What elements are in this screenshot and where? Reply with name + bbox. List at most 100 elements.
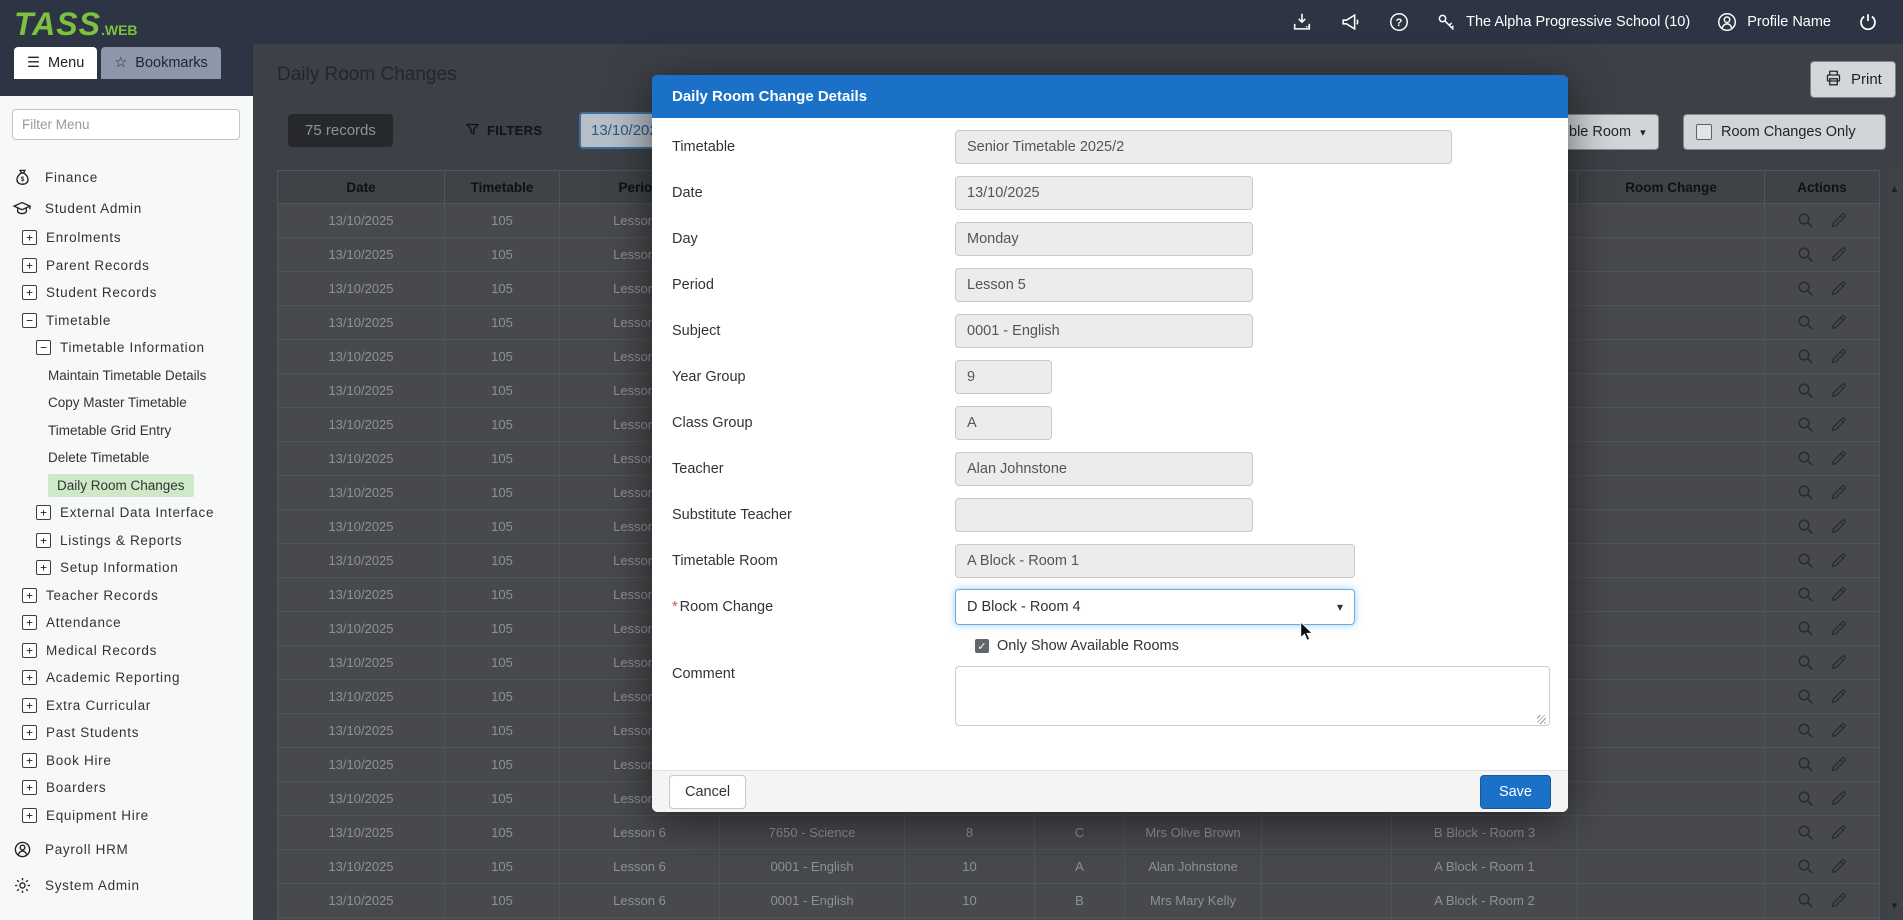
sidebar-item-extra-curricular[interactable]: +Extra Curricular — [0, 692, 253, 720]
sidebar-item-listings-reports[interactable]: +Listings & Reports — [0, 527, 253, 555]
edit-pencil-icon[interactable] — [1830, 450, 1847, 467]
edit-pencil-icon[interactable] — [1830, 620, 1847, 637]
sidebar-item-finance[interactable]: $Finance — [0, 162, 253, 193]
edit-pencil-icon[interactable] — [1830, 858, 1847, 875]
room-changes-only-checkbox[interactable]: Room Changes Only — [1683, 114, 1886, 150]
view-magnifier-icon[interactable] — [1797, 212, 1814, 229]
checkbox-unchecked-icon — [1696, 124, 1712, 140]
school-selector[interactable]: The Alpha Progressive School (10) — [1436, 12, 1690, 33]
edit-pencil-icon[interactable] — [1830, 246, 1847, 263]
sidebar: TASS.WEB ☰Menu ☆Bookmarks $FinanceStuden… — [0, 0, 253, 920]
sidebar-item-delete-timetable[interactable]: Delete Timetable — [0, 444, 253, 472]
sidebar-item-external-data-interface[interactable]: +External Data Interface — [0, 499, 253, 527]
sidebar-item-enrolments[interactable]: +Enrolments — [0, 224, 253, 252]
view-magnifier-icon[interactable] — [1797, 416, 1814, 433]
view-magnifier-icon[interactable] — [1797, 484, 1814, 501]
plus-icon: + — [22, 588, 37, 603]
sidebar-item-copy-master-timetable[interactable]: Copy Master Timetable — [0, 389, 253, 417]
save-button[interactable]: Save — [1480, 775, 1551, 809]
field-label-substitute-teacher: Substitute Teacher — [672, 507, 955, 523]
cancel-button[interactable]: Cancel — [669, 775, 746, 809]
sidebar-item-setup-information[interactable]: +Setup Information — [0, 554, 253, 582]
view-magnifier-icon[interactable] — [1797, 654, 1814, 671]
help-icon[interactable]: ? — [1388, 11, 1410, 33]
sidebar-item-teacher-records[interactable]: +Teacher Records — [0, 582, 253, 610]
timetable-room-dropdown[interactable]: ble Room ▾ — [1556, 114, 1659, 150]
sidebar-item-parent-records[interactable]: +Parent Records — [0, 252, 253, 280]
profile-menu[interactable]: Profile Name — [1716, 11, 1831, 33]
sidebar-item-equipment-hire[interactable]: +Equipment Hire — [0, 802, 253, 830]
view-magnifier-icon[interactable] — [1797, 722, 1814, 739]
edit-pencil-icon[interactable] — [1830, 518, 1847, 535]
edit-pencil-icon[interactable] — [1830, 688, 1847, 705]
view-magnifier-icon[interactable] — [1797, 552, 1814, 569]
download-icon[interactable] — [1291, 11, 1313, 33]
plus-icon: + — [22, 643, 37, 658]
sidebar-item-boarders[interactable]: +Boarders — [0, 774, 253, 802]
edit-pencil-icon[interactable] — [1830, 790, 1847, 807]
view-magnifier-icon[interactable] — [1797, 858, 1814, 875]
sidebar-item-student-records[interactable]: +Student Records — [0, 279, 253, 307]
sidebar-item-academic-reporting[interactable]: +Academic Reporting — [0, 664, 253, 692]
field-label-timetable: Timetable — [672, 139, 955, 155]
view-magnifier-icon[interactable] — [1797, 790, 1814, 807]
view-magnifier-icon[interactable] — [1797, 756, 1814, 773]
view-magnifier-icon[interactable] — [1797, 688, 1814, 705]
edit-pencil-icon[interactable] — [1830, 654, 1847, 671]
view-magnifier-icon[interactable] — [1797, 348, 1814, 365]
edit-pencil-icon[interactable] — [1830, 348, 1847, 365]
view-magnifier-icon[interactable] — [1797, 892, 1814, 909]
view-magnifier-icon[interactable] — [1797, 620, 1814, 637]
star-icon: ☆ — [114, 55, 127, 71]
checkbox-checked-icon[interactable]: ✓ — [975, 639, 989, 653]
view-magnifier-icon[interactable] — [1797, 382, 1814, 399]
view-magnifier-icon[interactable] — [1797, 586, 1814, 603]
edit-pencil-icon[interactable] — [1830, 382, 1847, 399]
sidebar-item-timetable-information[interactable]: −Timetable Information — [0, 334, 253, 362]
view-magnifier-icon[interactable] — [1797, 824, 1814, 841]
scroll-up-icon[interactable]: ▲ — [1890, 184, 1900, 195]
minus-icon: − — [22, 313, 37, 328]
sidebar-item-book-hire[interactable]: +Book Hire — [0, 747, 253, 775]
edit-pencil-icon[interactable] — [1830, 484, 1847, 501]
edit-pencil-icon[interactable] — [1830, 552, 1847, 569]
view-magnifier-icon[interactable] — [1797, 314, 1814, 331]
edit-pencil-icon[interactable] — [1830, 280, 1847, 297]
filter-menu-input[interactable] — [12, 109, 240, 140]
edit-pencil-icon[interactable] — [1830, 212, 1847, 229]
column-header-actions: Actions — [1765, 171, 1880, 203]
vertical-scrollbar[interactable]: ▲ ▼ — [1886, 170, 1903, 920]
edit-pencil-icon[interactable] — [1830, 722, 1847, 739]
tab-menu[interactable]: ☰Menu — [14, 47, 97, 79]
field-row-period: PeriodLesson 5 — [672, 268, 1548, 302]
minus-icon: − — [36, 340, 51, 355]
sidebar-item-payroll-hrm[interactable]: Payroll HRM — [0, 834, 253, 865]
tab-bookmarks[interactable]: ☆Bookmarks — [101, 47, 221, 79]
sidebar-item-student-admin[interactable]: Student Admin — [0, 193, 253, 224]
print-button[interactable]: Print — [1810, 61, 1896, 98]
logout-power-icon[interactable] — [1857, 11, 1879, 33]
view-magnifier-icon[interactable] — [1797, 518, 1814, 535]
view-magnifier-icon[interactable] — [1797, 246, 1814, 263]
edit-pencil-icon[interactable] — [1830, 416, 1847, 433]
edit-pencil-icon[interactable] — [1830, 824, 1847, 841]
sidebar-item-medical-records[interactable]: +Medical Records — [0, 637, 253, 665]
view-magnifier-icon[interactable] — [1797, 450, 1814, 467]
edit-pencil-icon[interactable] — [1830, 756, 1847, 773]
sidebar-item-timetable-grid-entry[interactable]: Timetable Grid Entry — [0, 417, 253, 445]
sidebar-item-attendance[interactable]: +Attendance — [0, 609, 253, 637]
sidebar-item-maintain-timetable-details[interactable]: Maintain Timetable Details — [0, 362, 253, 390]
announcements-icon[interactable] — [1339, 11, 1362, 33]
view-magnifier-icon[interactable] — [1797, 280, 1814, 297]
sidebar-item-daily-room-changes[interactable]: Daily Room Changes — [0, 472, 253, 500]
sidebar-item-timetable[interactable]: −Timetable — [0, 307, 253, 335]
field-row-timetable: TimetableSenior Timetable 2025/2 — [672, 130, 1548, 164]
sidebar-item-system-admin[interactable]: System Admin — [0, 870, 253, 901]
scroll-down-icon[interactable]: ▼ — [1890, 901, 1900, 912]
edit-pencil-icon[interactable] — [1830, 586, 1847, 603]
room-change-select[interactable]: D Block - Room 4▾ — [955, 589, 1355, 625]
edit-pencil-icon[interactable] — [1830, 314, 1847, 331]
sidebar-item-past-students[interactable]: +Past Students — [0, 719, 253, 747]
comment-textarea[interactable] — [955, 666, 1550, 726]
edit-pencil-icon[interactable] — [1830, 892, 1847, 909]
